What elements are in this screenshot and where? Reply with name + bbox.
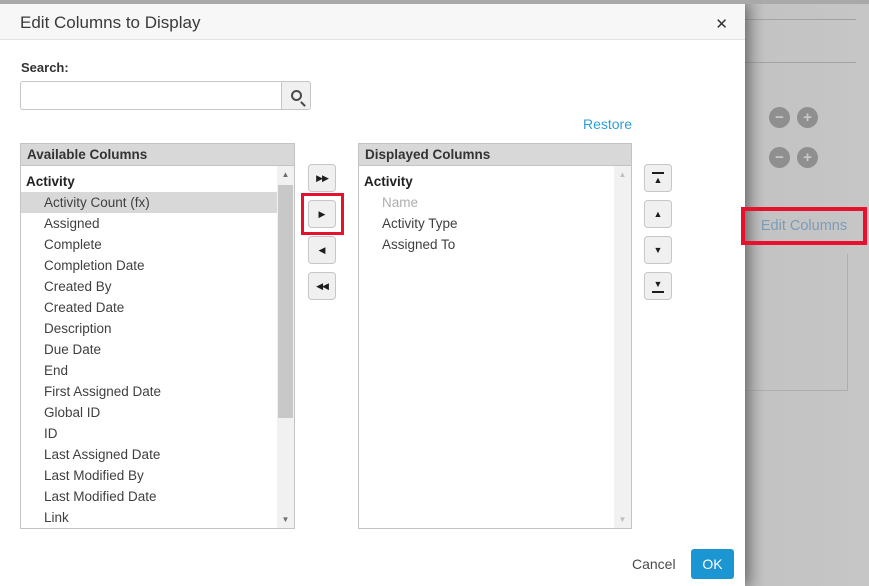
down-arrow-icon: ▼ [654,280,663,289]
available-columns-header: Available Columns [21,144,294,166]
list-item[interactable]: Last Assigned Date [21,444,294,465]
move-to-bottom-button[interactable]: ▼ [644,272,672,300]
scrollbar[interactable]: ▲ ▼ [277,166,294,528]
plus-circle-icon[interactable]: + [797,147,818,168]
up-arrow-icon: ▲ [654,176,663,185]
move-all-left-button[interactable]: ◀◀ [308,272,336,300]
list-group-label: Activity [359,171,631,192]
double-right-arrow-icon: ▶▶ [316,174,328,183]
list-item[interactable]: Created By [21,276,294,297]
up-arrow-icon: ▲ [654,210,663,219]
list-item[interactable]: Last Modified By [21,465,294,486]
double-left-arrow-icon: ◀◀ [316,282,328,291]
screen: t − + t − + Edit Columns Edit Columns to… [0,0,869,586]
search-button[interactable] [281,81,311,110]
list-item[interactable]: Global ID [21,402,294,423]
move-down-button[interactable]: ▼ [644,236,672,264]
panel-border [744,390,848,391]
restore-link[interactable]: Restore [358,116,632,132]
panel-border [847,254,848,390]
left-arrow-icon: ◀ [319,246,326,255]
available-columns-listbox: Available Columns Activity Activity Coun… [20,143,295,529]
edit-columns-dialog: Edit Columns to Display ✕ Search: Restor… [0,4,745,586]
down-arrow-icon: ▼ [654,246,663,255]
move-up-button[interactable]: ▲ [644,200,672,228]
minus-circle-icon[interactable]: − [769,107,790,128]
search-label: Search: [21,60,69,75]
dialog-title: Edit Columns to Display [20,13,200,33]
list-item[interactable]: Description [21,318,294,339]
move-to-top-button[interactable]: ▲ [644,164,672,192]
scroll-down-icon[interactable]: ▼ [277,511,294,528]
top-bar-icon [652,172,664,174]
list-item[interactable]: Link [21,507,294,528]
move-left-button[interactable]: ◀ [308,236,336,264]
list-item[interactable]: Due Date [21,339,294,360]
list-item-disabled: Name [359,192,631,213]
bottom-bar-icon [652,291,664,293]
list-item[interactable]: Assigned [21,213,294,234]
list-item[interactable]: Complete [21,234,294,255]
cancel-button[interactable]: Cancel [628,554,680,574]
list-item[interactable]: Completion Date [21,255,294,276]
scrollbar-thumb[interactable] [278,185,293,418]
displayed-columns-listbox: Displayed Columns Activity Name Activity… [358,143,632,529]
list-item[interactable]: Created Date [21,297,294,318]
right-arrow-icon: ▶ [319,210,326,219]
list-group-label: Activity [21,171,294,192]
displayed-columns-list: Activity Name Activity Type Assigned To … [359,166,631,528]
list-item[interactable]: Activity Type [359,213,631,234]
plus-circle-icon[interactable]: + [797,107,818,128]
search-input[interactable] [20,81,281,110]
list-item[interactable]: Last Modified Date [21,486,294,507]
background-row: − + [769,107,818,128]
edit-columns-link-highlighted[interactable]: Edit Columns [741,207,867,245]
minus-circle-icon[interactable]: − [769,147,790,168]
window-top-strip [0,0,869,4]
ok-button[interactable]: OK [691,549,734,579]
list-item[interactable]: End [21,360,294,381]
background-row: − + [769,147,818,168]
move-all-right-button[interactable]: ▶▶ [308,164,336,192]
list-item[interactable]: First Assigned Date [21,381,294,402]
divider [744,62,856,63]
scroll-up-icon[interactable]: ▲ [277,166,294,183]
list-item-selected[interactable]: Activity Count (fx) [21,192,294,213]
scroll-down-icon[interactable]: ▼ [614,511,631,528]
divider [744,19,856,20]
magnifier-icon [291,90,302,101]
available-columns-list: Activity Activity Count (fx) Assigned Co… [21,166,294,528]
list-item[interactable]: ID [21,423,294,444]
move-right-button[interactable]: ▶ [308,200,336,228]
scrollbar[interactable]: ▲ ▼ [614,166,631,528]
displayed-columns-header: Displayed Columns [359,144,631,166]
list-item[interactable]: Assigned To [359,234,631,255]
close-icon[interactable]: ✕ [713,13,730,35]
scroll-up-icon[interactable]: ▲ [614,166,631,183]
